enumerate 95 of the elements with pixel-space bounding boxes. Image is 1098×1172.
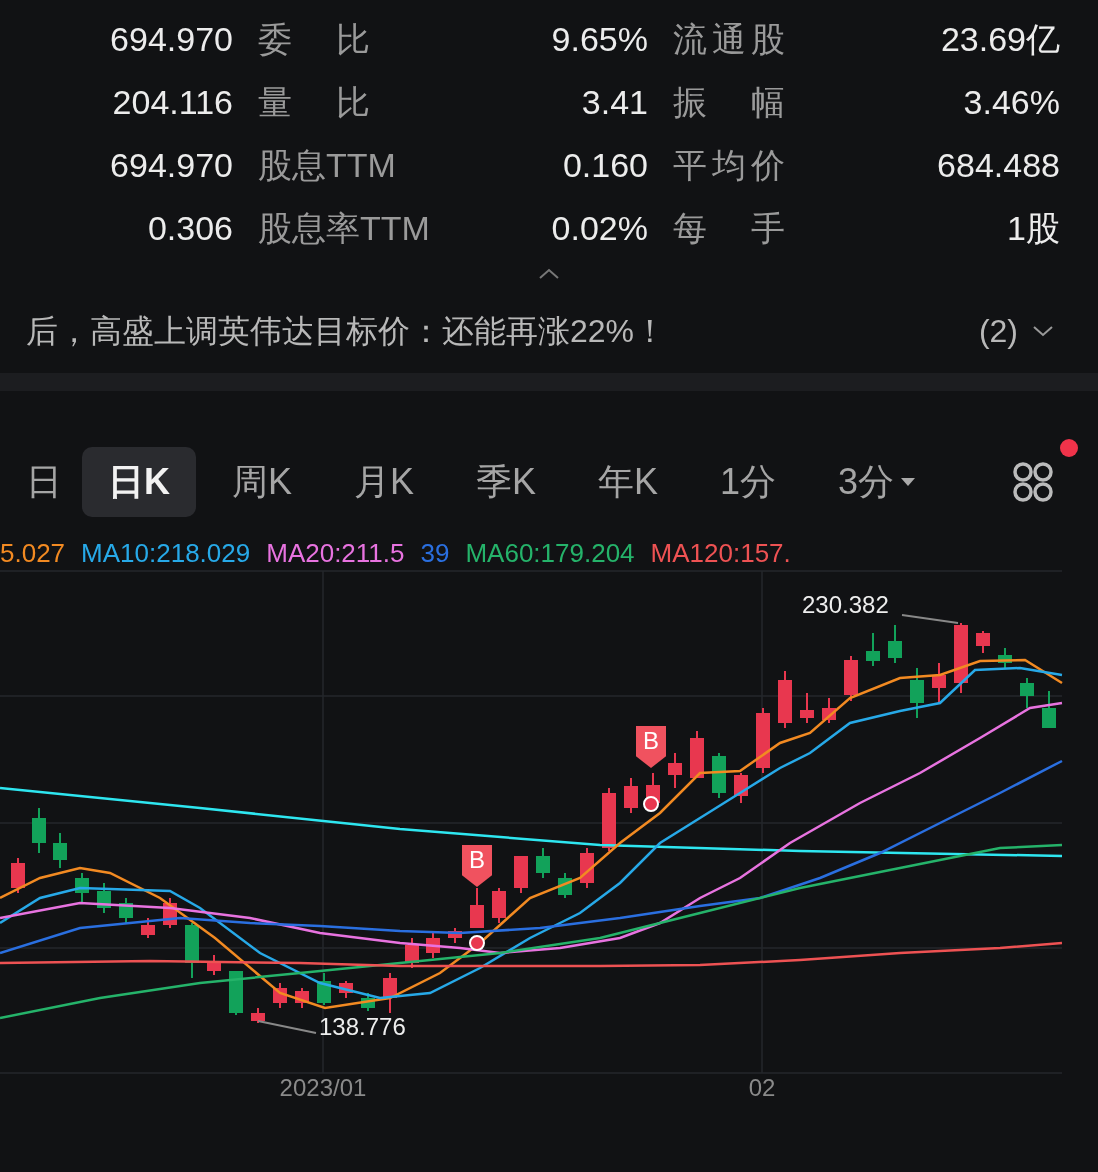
- candlestick: [954, 622, 968, 694]
- candlestick: [383, 972, 397, 1014]
- stat-value: 0.306: [147, 208, 233, 249]
- layout-grid-icon[interactable]: [1012, 461, 1054, 503]
- candlestick: [251, 1007, 265, 1024]
- candlestick: [361, 992, 375, 1012]
- period-tab[interactable]: 日: [0, 447, 82, 517]
- ma-legend-value: MA20:211.5: [266, 536, 405, 570]
- chevron-up-icon[interactable]: [538, 268, 560, 280]
- stat-label: 流通股: [673, 19, 785, 60]
- stat-value: 694.970: [110, 145, 233, 186]
- candlestick: [690, 730, 704, 779]
- stat-value: 694.970: [110, 19, 233, 60]
- stat-value: 3.41: [581, 82, 648, 123]
- stat-value: 0.02%: [551, 208, 648, 249]
- period-tab[interactable]: 1分: [694, 447, 803, 517]
- stat-label: 平均价: [673, 145, 785, 186]
- stat-label: 股息TTM: [258, 145, 396, 186]
- ma-legend-value: MA10:218.029: [81, 536, 251, 570]
- candlestick: [339, 980, 353, 999]
- candlestick: [1020, 677, 1034, 709]
- candlestick: [32, 807, 46, 854]
- candlestick: [800, 692, 814, 724]
- candlestick: [317, 972, 331, 1006]
- stat-label: 振 幅: [673, 82, 785, 123]
- candlestick: [229, 970, 243, 1016]
- candlestick: [602, 787, 616, 852]
- chevron-down-icon[interactable]: [1032, 324, 1054, 337]
- news-count: (2): [978, 311, 1018, 351]
- ma-legend-value: 39: [420, 536, 450, 570]
- candlestick: [998, 647, 1012, 669]
- ma-legend-value: MA60:179.204: [465, 536, 635, 570]
- candlestick: [119, 897, 133, 924]
- buy-point-icon: [469, 935, 485, 951]
- date-axis-label: 2023/01: [279, 1073, 367, 1103]
- leader-line: [257, 1020, 317, 1034]
- candlestick: [734, 772, 748, 804]
- candlestick: [405, 937, 419, 969]
- buy-marker: B: [462, 845, 492, 887]
- candlestick: [11, 857, 25, 894]
- caret-icon: [900, 477, 917, 487]
- candlestick: [470, 887, 484, 929]
- candlestick: [624, 777, 638, 814]
- candlestick: [163, 897, 177, 929]
- stat-value: 204.116: [112, 82, 233, 123]
- stat-value: 23.69亿: [940, 19, 1060, 60]
- candlestick: [97, 882, 111, 914]
- candlestick: [295, 987, 309, 1009]
- buy-point-icon: [643, 796, 659, 812]
- ma-legend-value: MA120:157.: [650, 536, 791, 570]
- period-tab[interactable]: 3分: [812, 447, 943, 517]
- candlestick: [514, 855, 528, 894]
- candlestick: [712, 752, 726, 799]
- stat-label: 委 比: [258, 19, 370, 60]
- date-axis-label: 02: [748, 1073, 776, 1103]
- candlestick: [1042, 690, 1056, 729]
- high-price-label: 230.382: [802, 590, 889, 620]
- candlestick: [185, 922, 199, 979]
- candlestick: [141, 917, 155, 939]
- candlestick: [822, 697, 836, 724]
- candlestick: [866, 632, 880, 667]
- ma-legend-value: 5.027: [0, 536, 66, 570]
- leader-line: [901, 614, 959, 624]
- candlestick: [273, 982, 287, 1009]
- candlestick: [53, 832, 67, 869]
- candlestick: [492, 887, 506, 924]
- period-tab[interactable]: 日K: [82, 447, 196, 517]
- stat-label: 每 手: [673, 208, 785, 249]
- candlestick: [426, 932, 440, 959]
- candlestick: [668, 752, 682, 789]
- period-tab[interactable]: 季K: [450, 447, 563, 517]
- candlestick: [932, 662, 946, 704]
- stat-value: 684.488: [937, 145, 1060, 186]
- candlestick: [536, 847, 550, 879]
- stat-value: 0.160: [562, 145, 648, 186]
- news-headline[interactable]: 后，高盛上调英伟达目标价：还能再涨22%！: [26, 306, 667, 355]
- candlestick: [778, 670, 792, 729]
- stat-value: 3.46%: [963, 82, 1060, 123]
- stat-value: 9.65%: [551, 19, 648, 60]
- candlestick: [75, 872, 89, 904]
- period-tab[interactable]: 月K: [328, 447, 441, 517]
- candlestick: [976, 630, 990, 654]
- low-price-label: 138.776: [319, 1012, 406, 1042]
- candlestick: [558, 872, 572, 899]
- period-tab[interactable]: 年K: [572, 447, 685, 517]
- candlestick: [910, 667, 924, 719]
- candlestick: [888, 624, 902, 664]
- candlestick: [844, 655, 858, 702]
- candlestick: [207, 954, 221, 976]
- period-tab[interactable]: 周K: [206, 447, 318, 517]
- buy-marker: B: [636, 726, 666, 768]
- stat-value: 1股: [1007, 208, 1060, 249]
- candlestick: [756, 707, 770, 774]
- candlestick: [448, 927, 462, 944]
- stat-label: 量 比: [258, 82, 370, 123]
